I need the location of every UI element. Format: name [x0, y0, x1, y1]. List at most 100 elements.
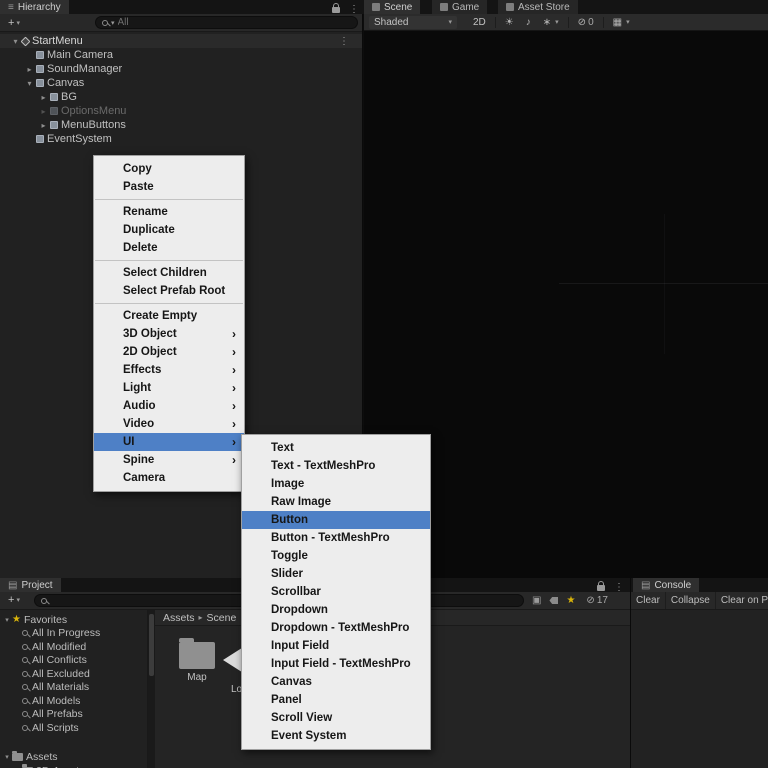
- tree-row-canvas[interactable]: ▾ Canvas: [0, 76, 362, 90]
- scrollbar-thumb[interactable]: [149, 614, 154, 676]
- menu-item-paste[interactable]: Paste: [94, 178, 244, 196]
- menu-item-label: Scrollbar: [271, 586, 321, 598]
- search-by-label-icon[interactable]: [549, 597, 559, 604]
- folder-tree-scrollbar[interactable]: [148, 610, 155, 768]
- foldout-open-icon[interactable]: ▾: [2, 753, 12, 761]
- submenu-item-text-textmeshpro[interactable]: Text - TextMeshPro: [242, 457, 430, 475]
- breadcrumb-current[interactable]: Scene: [207, 612, 237, 624]
- submenu-arrow-icon: ›: [232, 345, 236, 359]
- foldout-open-icon[interactable]: ▾: [24, 79, 35, 88]
- tab-hierarchy[interactable]: ≡ Hierarchy: [0, 0, 69, 14]
- submenu-item-button-textmeshpro[interactable]: Button - TextMeshPro: [242, 529, 430, 547]
- tree-row-optionsmenu[interactable]: ▸ OptionsMenu: [0, 104, 362, 118]
- submenu-item-raw-image[interactable]: Raw Image: [242, 493, 430, 511]
- menu-item-label: Input Field: [271, 640, 330, 652]
- shading-mode-dropdown[interactable]: Shaded ▾: [369, 15, 457, 29]
- scene-visibility-button[interactable]: ⊘ 0: [572, 14, 600, 31]
- menu-item-camera[interactable]: Camera: [94, 469, 244, 487]
- submenu-item-input-field[interactable]: Input Field: [242, 637, 430, 655]
- menu-item-3d-object[interactable]: 3D Object ›: [94, 325, 244, 343]
- menu-item-duplicate[interactable]: Duplicate: [94, 221, 244, 239]
- tree-row-eventsystem[interactable]: EventSystem: [0, 132, 362, 146]
- scene-grid-dropdown[interactable]: ▦ ▾: [607, 14, 636, 31]
- console-clear-button[interactable]: Clear: [631, 592, 666, 609]
- foldout-closed-icon[interactable]: ▸: [24, 65, 35, 74]
- asset-folder-map[interactable]: Map: [173, 638, 221, 683]
- favorite-all-materials[interactable]: All Materials: [0, 681, 147, 695]
- console-clear-on-play-button[interactable]: Clear on P: [716, 592, 768, 609]
- tree-row-main-camera[interactable]: Main Camera: [0, 48, 362, 62]
- scene-audio-button[interactable]: ♪: [520, 14, 537, 31]
- submenu-item-slider[interactable]: Slider: [242, 565, 430, 583]
- project-hidden-count[interactable]: ⊘ 17: [586, 595, 608, 606]
- favorites-header[interactable]: ▾ ★ Favorites: [0, 613, 147, 627]
- menu-item-2d-object[interactable]: 2D Object ›: [94, 343, 244, 361]
- menu-item-select-prefab-root[interactable]: Select Prefab Root: [94, 282, 244, 300]
- assets-folder-header[interactable]: ▾ Assets: [0, 750, 147, 765]
- tree-row-startmenu[interactable]: ▾ StartMenu ⋮: [0, 34, 362, 48]
- favorite-all-conflicts[interactable]: All Conflicts: [0, 654, 147, 668]
- menu-item-video[interactable]: Video ›: [94, 415, 244, 433]
- foldout-closed-icon[interactable]: ▸: [38, 93, 49, 102]
- foldout-closed-icon[interactable]: ▸: [38, 121, 49, 130]
- tab-console[interactable]: ▤ Console: [633, 578, 700, 592]
- hierarchy-lock-icon[interactable]: [332, 2, 340, 13]
- tab-asset-store[interactable]: Asset Store: [498, 0, 578, 14]
- menu-item-create-empty[interactable]: Create Empty: [94, 307, 244, 325]
- foldout-open-icon[interactable]: ▾: [2, 616, 12, 624]
- hierarchy-search-field[interactable]: ▾: [95, 16, 358, 29]
- console-log-area[interactable]: [631, 610, 768, 768]
- submenu-item-toggle[interactable]: Toggle: [242, 547, 430, 565]
- menu-item-copy[interactable]: Copy: [94, 160, 244, 178]
- submenu-item-text[interactable]: Text: [242, 439, 430, 457]
- menu-item-select-children[interactable]: Select Children: [94, 264, 244, 282]
- favorite-star-icon[interactable]: ★: [566, 595, 575, 606]
- tree-row-bg[interactable]: ▸ BG: [0, 90, 362, 104]
- tab-project[interactable]: ▤ Project: [0, 578, 61, 592]
- tab-game[interactable]: Game: [432, 0, 488, 14]
- project-create-button[interactable]: + ▾: [4, 594, 24, 606]
- menu-item-rename[interactable]: Rename: [94, 203, 244, 221]
- tree-row-soundmanager[interactable]: ▸ SoundManager: [0, 62, 362, 76]
- hierarchy-search-input[interactable]: [117, 17, 351, 28]
- submenu-item-canvas[interactable]: Canvas: [242, 673, 430, 691]
- menu-item-ui[interactable]: UI ›: [94, 433, 244, 451]
- tab-scene[interactable]: Scene: [364, 0, 421, 14]
- menu-item-delete[interactable]: Delete: [94, 239, 244, 257]
- favorite-all-scripts[interactable]: All Scripts: [0, 721, 147, 735]
- menu-item-spine[interactable]: Spine ›: [94, 451, 244, 469]
- submenu-item-panel[interactable]: Panel: [242, 691, 430, 709]
- menu-item-light[interactable]: Light ›: [94, 379, 244, 397]
- favorite-all-prefabs[interactable]: All Prefabs: [0, 708, 147, 722]
- favorite-all-models[interactable]: All Models: [0, 694, 147, 708]
- scene-lighting-button[interactable]: ☀: [499, 14, 520, 31]
- favorite-all-excluded[interactable]: All Excluded: [0, 667, 147, 681]
- tree-row-menubuttons[interactable]: ▸ MenuButtons: [0, 118, 362, 132]
- submenu-item-scroll-view[interactable]: Scroll View: [242, 709, 430, 727]
- 2d-toggle-button[interactable]: 2D: [467, 14, 492, 31]
- favorite-all-in-progress[interactable]: All In Progress: [0, 627, 147, 641]
- submenu-item-dropdown[interactable]: Dropdown: [242, 601, 430, 619]
- foldout-open-icon[interactable]: ▾: [10, 37, 21, 46]
- scene-effects-dropdown[interactable]: ∗ ▾: [537, 14, 565, 31]
- hierarchy-create-button[interactable]: + ▾: [4, 17, 24, 29]
- submenu-item-dropdown-textmeshpro[interactable]: Dropdown - TextMeshPro: [242, 619, 430, 637]
- submenu-item-button[interactable]: Button: [242, 511, 430, 529]
- menu-item-audio[interactable]: Audio ›: [94, 397, 244, 415]
- menu-item-effects[interactable]: Effects ›: [94, 361, 244, 379]
- favorite-all-modified[interactable]: All Modified: [0, 640, 147, 654]
- submenu-item-event-system[interactable]: Event System: [242, 727, 430, 745]
- submenu-item-scrollbar[interactable]: Scrollbar: [242, 583, 430, 601]
- project-lock-icon[interactable]: [597, 580, 605, 591]
- menu-item-label: Select Prefab Root: [123, 285, 226, 297]
- search-by-type-icon[interactable]: ▣: [532, 595, 541, 606]
- console-collapse-button[interactable]: Collapse: [666, 592, 716, 609]
- breadcrumb-root[interactable]: Assets: [163, 612, 195, 624]
- search-filter-caret-icon[interactable]: ▾: [111, 19, 115, 27]
- foldout-closed-icon[interactable]: ▸: [38, 107, 49, 116]
- folder-2d-assets[interactable]: ▸ 2D-Assets: [0, 764, 147, 768]
- scene-kebab-icon[interactable]: ⋮: [339, 36, 349, 47]
- submenu-item-image[interactable]: Image: [242, 475, 430, 493]
- scene-toolbar: Shaded ▾ 2D ☀ ♪ ∗ ▾ ⊘ 0 ▦ ▾: [364, 14, 768, 31]
- submenu-item-input-field-textmeshpro[interactable]: Input Field - TextMeshPro: [242, 655, 430, 673]
